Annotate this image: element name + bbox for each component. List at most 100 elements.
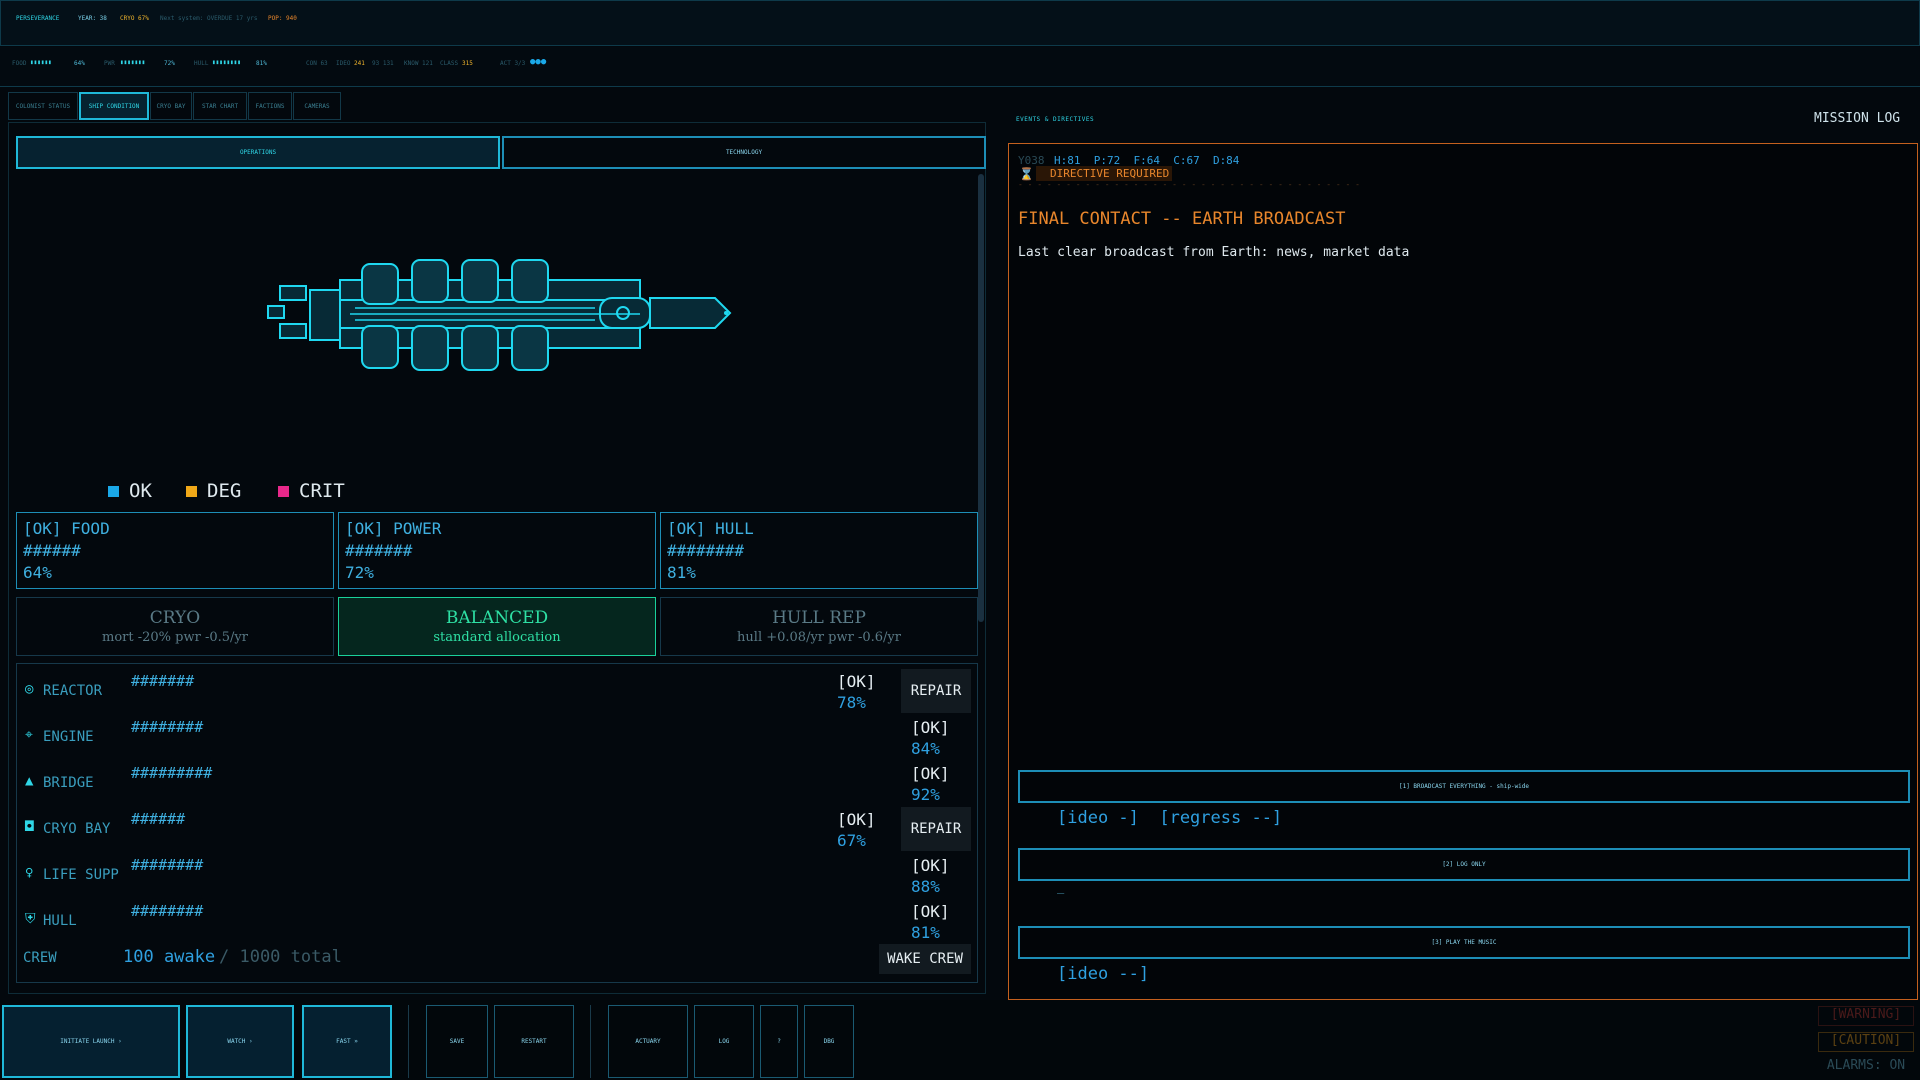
crew-row: CREW 100 awake / 1000 total WAKE CREW (17, 938, 977, 984)
mode-hull-rep-button[interactable]: HULL REP hull +0.08/yr pwr -0.6/yr (660, 597, 978, 656)
food-status-value: 64% (23, 563, 52, 582)
crew-awake: 100 awake (123, 947, 216, 967)
system-name: CRYO BAY (43, 821, 111, 837)
system-name: LIFE SUPP (43, 867, 119, 883)
resource-bar (0, 47, 1920, 87)
legend-ok-label: OK (129, 480, 152, 502)
ship-name: PERSEVERANCE (16, 15, 60, 22)
choice-3-button[interactable]: [3] PLAY THE MUSIC (1018, 926, 1910, 959)
wake-crew-button[interactable]: WAKE CREW (879, 944, 971, 974)
system-row-reactor: ◎ REACTOR ####### [OK] 78% REPAIR (17, 664, 977, 713)
power-status-bar: ####### (345, 541, 413, 560)
power-label: PWR (104, 60, 115, 67)
power-value: 72% (164, 60, 175, 67)
system-status-label: [OK] (911, 902, 950, 921)
system-bar: ######## (131, 902, 204, 920)
choice-2-button[interactable]: [2] LOG ONLY (1018, 848, 1910, 881)
class-value: 315 (462, 60, 473, 67)
power-bar: ▮▮▮▮▮▮▮ (120, 59, 146, 66)
mode-balanced-title: BALANCED (445, 608, 549, 628)
help-button[interactable]: ? (760, 1005, 798, 1078)
debug-button[interactable]: DBG (804, 1005, 854, 1078)
mission-log-button[interactable]: MISSION LOG (1814, 111, 1900, 126)
tab-star-chart[interactable]: STAR CHART (193, 92, 247, 120)
system-bar: ####### (131, 672, 195, 690)
alarms-toggle[interactable]: ALARMS: ON (1818, 1058, 1914, 1078)
hull-status-value: 81% (667, 563, 696, 582)
system-status-label: [OK] (911, 856, 950, 875)
power-status-title: [OK] POWER (345, 519, 442, 538)
system-name: HULL (43, 913, 77, 929)
year-readout: YEAR: 38 (78, 15, 107, 22)
system-name: ENGINE (43, 729, 94, 745)
actions-readout: ACT 3/3 (500, 60, 526, 67)
crew-label: CREW (23, 950, 57, 966)
system-row-cryo-bay: ◘ CRYO BAY ###### [OK] 67% REPAIR (17, 802, 977, 851)
mode-hull-rep-title: HULL REP (772, 608, 866, 628)
choice-1-tags: [ideo -] [regress --] (1057, 808, 1283, 828)
system-row-hull: ⛨ HULL ######## [OK] 81% (17, 894, 977, 942)
subtab-operations[interactable]: OPERATIONS (16, 136, 500, 169)
hull-status-title: [OK] HULL (667, 519, 754, 538)
ship-diagram (267, 259, 732, 371)
population-readout: POP: 940 (268, 15, 297, 22)
system-status: [OK] 92% (911, 763, 950, 805)
mode-hull-rep-sub: hull +0.08/yr pwr -0.6/yr (737, 630, 901, 645)
system-name: REACTOR (43, 683, 103, 699)
con-readout: CON 63 (306, 60, 328, 67)
food-status-box: [OK] FOOD ###### 64% (16, 512, 334, 589)
reactor-repair-button[interactable]: REPAIR (901, 669, 971, 713)
system-row-life-support: ♀ LIFE SUPP ######## [OK] 88% (17, 848, 977, 896)
system-row-bridge: ▲ BRIDGE ######### [OK] 92% (17, 756, 977, 805)
crew-total: / 1000 total (219, 947, 342, 967)
actuary-button[interactable]: ACTUARY (608, 1005, 688, 1078)
crit-swatch-icon (278, 485, 289, 497)
system-status-label: [OK] (837, 672, 876, 691)
watch-button[interactable]: WATCH › (186, 1005, 294, 1078)
scrollbar[interactable] (978, 174, 984, 622)
legend-crit: CRIT (278, 480, 345, 502)
restart-button[interactable]: RESTART (494, 1005, 574, 1078)
hull-label: HULL (194, 60, 209, 67)
systems-list: ◎ REACTOR ####### [OK] 78% REPAIR ⌖ ENGIN… (16, 663, 978, 983)
power-status-box: [OK] POWER ####### 72% (338, 512, 656, 589)
choice-3-tags: [ideo --] (1057, 964, 1150, 984)
cryo-bay-repair-button[interactable]: REPAIR (901, 807, 971, 851)
hull-status-bar: ######## (667, 541, 745, 560)
cryo-bay-icon: ◘ (25, 819, 34, 835)
tab-cameras[interactable]: CAMERAS (293, 92, 341, 120)
mode-cryo-button[interactable]: CRYO mort -20% pwr -0.5/yr (16, 597, 334, 656)
food-value: 64% (74, 60, 85, 67)
subtab-technology[interactable]: TECHNOLOGY (502, 136, 986, 169)
mode-balanced-button[interactable]: BALANCED standard allocation (338, 597, 656, 656)
food-status-title: [OK] FOOD (23, 519, 110, 538)
initiate-launch-button[interactable]: INITIATE LAUNCH › (2, 1005, 180, 1078)
food-status-bar: ###### (23, 541, 81, 560)
mode-cryo-title: CRYO (149, 608, 201, 628)
log-button[interactable]: LOG (694, 1005, 754, 1078)
tab-ship-condition[interactable]: SHIP CONDITION (79, 92, 149, 120)
legend-deg: DEG (186, 480, 241, 502)
choice-2-tags: — (1057, 886, 1065, 900)
system-status-label: [OK] (911, 718, 950, 737)
tab-colonist-status[interactable]: COLONIST STATUS (8, 92, 78, 120)
choice-1-button[interactable]: [1] BROADCAST EVERYTHING - ship-wide (1018, 770, 1910, 803)
fast-button[interactable]: FAST » (302, 1005, 392, 1078)
engine-icon: ⌖ (25, 727, 33, 743)
toolbar-divider (408, 1005, 409, 1078)
ok-swatch-icon (108, 485, 119, 497)
mode-cryo-sub: mort -20% pwr -0.5/yr (102, 630, 248, 645)
mode-balanced-sub: standard allocation (433, 630, 561, 645)
life-support-icon: ♀ (25, 865, 34, 881)
top-status-bar (0, 0, 1920, 46)
event-body: Last clear broadcast from Earth: news, m… (1018, 245, 1410, 260)
class-label: CLASS (440, 60, 459, 67)
ideo-label: IDEO (336, 60, 351, 67)
hull-icon: ⛨ (25, 911, 36, 927)
tab-cryo-bay[interactable]: CRYO BAY (150, 92, 192, 120)
tab-factions[interactable]: FACTIONS (248, 92, 292, 120)
save-button[interactable]: SAVE (426, 1005, 488, 1078)
system-status-label: [OK] (911, 764, 950, 783)
hull-status-box: [OK] HULL ######## 81% (660, 512, 978, 589)
action-dots-icon: ●●● (530, 57, 547, 67)
